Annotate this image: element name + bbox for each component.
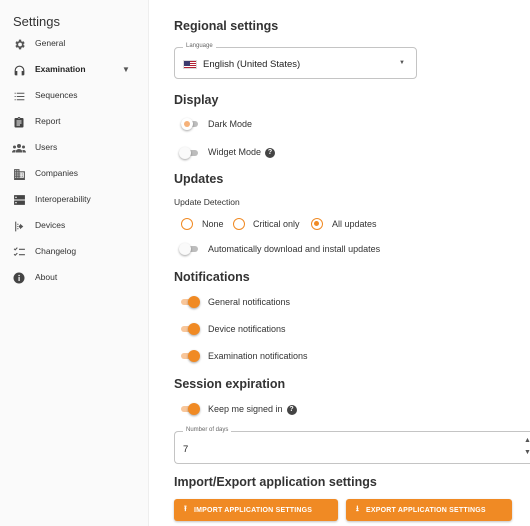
number-of-days-label: Number of days bbox=[183, 427, 232, 433]
sidebar-item-label: Users bbox=[35, 142, 58, 152]
section-title-import-export: Import/Export application settings bbox=[174, 475, 377, 489]
import-settings-button[interactable]: ⭱ IMPORT APPLICATION SETTINGS bbox=[174, 499, 338, 521]
radio-all-updates-label: All updates bbox=[332, 219, 377, 229]
radio-critical-only[interactable] bbox=[233, 218, 245, 230]
keep-signed-in-toggle[interactable] bbox=[179, 403, 200, 415]
devices-icon bbox=[12, 219, 26, 233]
device-notifications-toggle[interactable] bbox=[179, 323, 200, 335]
sidebar-item-label: Changelog bbox=[35, 246, 77, 256]
sidebar-item-label: Devices bbox=[35, 220, 66, 230]
headphones-icon bbox=[12, 63, 26, 77]
device-notifications-label: Device notifications bbox=[208, 324, 286, 334]
widget-mode-toggle[interactable] bbox=[179, 147, 199, 159]
sidebar-item-examination[interactable]: Examination ▼ bbox=[0, 57, 148, 83]
sidebar-item-label: Sequences bbox=[35, 90, 78, 100]
export-settings-button[interactable]: ⭳ EXPORT APPLICATION SETTINGS bbox=[346, 499, 512, 521]
sidebar-item-label: Interoperability bbox=[35, 194, 91, 204]
help-icon[interactable]: ? bbox=[286, 404, 297, 415]
sidebar-item-general[interactable]: General bbox=[0, 31, 148, 57]
gear-icon bbox=[12, 37, 26, 51]
sidebar-item-label: About bbox=[35, 272, 58, 282]
update-detection-label: Update Detection bbox=[174, 197, 240, 207]
building-icon bbox=[12, 167, 26, 181]
sidebar-item-about[interactable]: About bbox=[0, 265, 148, 291]
section-title-updates: Updates bbox=[174, 172, 224, 186]
help-icon[interactable]: ? bbox=[265, 147, 276, 158]
users-icon bbox=[12, 141, 26, 155]
examination-notifications-toggle[interactable] bbox=[179, 350, 200, 362]
auto-download-label: Automatically download and install updat… bbox=[208, 244, 381, 254]
sidebar-item-label: Report bbox=[35, 116, 61, 126]
section-title-session: Session expiration bbox=[174, 377, 286, 391]
sidebar-item-label: General bbox=[35, 38, 66, 48]
widget-mode-row: Widget Mode? bbox=[208, 147, 276, 158]
info-icon bbox=[12, 271, 26, 285]
sidebar-item-users[interactable]: Users bbox=[0, 135, 148, 161]
download-icon: ⭳ bbox=[356, 504, 359, 513]
keep-signed-in-label: Keep me signed in bbox=[208, 404, 283, 414]
examination-notifications-label: Examination notifications bbox=[208, 351, 308, 361]
us-flag-icon bbox=[183, 60, 197, 69]
section-title-regional: Regional settings bbox=[174, 19, 279, 33]
widget-mode-label: Widget Mode bbox=[208, 147, 262, 157]
language-select-label: Language bbox=[183, 43, 216, 49]
settings-main: Regional settings Language English (Unit… bbox=[149, 0, 530, 526]
sidebar-item-report[interactable]: Report bbox=[0, 109, 148, 135]
clipboard-icon bbox=[12, 115, 26, 129]
server-icon bbox=[12, 193, 26, 207]
section-title-display: Display bbox=[174, 93, 219, 107]
sidebar-item-companies[interactable]: Companies bbox=[0, 161, 148, 187]
number-stepper-icon[interactable]: ▲ ▼ bbox=[524, 435, 530, 459]
sidebar-item-interoperability[interactable]: Interoperability bbox=[0, 187, 148, 213]
sidebar-item-sequences[interactable]: Sequences bbox=[0, 83, 148, 109]
general-notifications-toggle[interactable] bbox=[179, 296, 200, 308]
sidebar: Settings General Examination ▼ Sequences… bbox=[0, 0, 148, 526]
list-icon bbox=[12, 89, 26, 103]
section-title-notifications: Notifications bbox=[174, 270, 250, 284]
general-notifications-label: General notifications bbox=[208, 297, 291, 307]
sidebar-item-devices[interactable]: Devices bbox=[0, 213, 148, 239]
radio-critical-only-label: Critical only bbox=[253, 219, 300, 229]
number-of-days-field[interactable]: Number of days 7 ▲ ▼ bbox=[174, 427, 530, 464]
sidebar-item-label: Companies bbox=[35, 168, 78, 178]
number-of-days-value: 7 bbox=[183, 444, 189, 455]
chevron-down-icon: ▼ bbox=[399, 60, 405, 66]
auto-download-toggle[interactable] bbox=[179, 243, 199, 255]
chevron-down-icon[interactable]: ▼ bbox=[122, 65, 130, 74]
dark-mode-label: Dark Mode bbox=[208, 119, 253, 129]
language-value: English (United States) bbox=[203, 59, 301, 70]
radio-none-label: None bbox=[202, 219, 224, 229]
checklist-icon bbox=[12, 245, 26, 259]
sidebar-item-label: Examination bbox=[35, 64, 86, 74]
radio-all-updates[interactable] bbox=[311, 218, 323, 230]
radio-none[interactable] bbox=[181, 218, 193, 230]
import-button-label: IMPORT APPLICATION SETTINGS bbox=[194, 506, 313, 514]
sidebar-title: Settings bbox=[13, 14, 60, 29]
sidebar-item-changelog[interactable]: Changelog bbox=[0, 239, 148, 265]
dark-mode-toggle[interactable] bbox=[179, 118, 199, 130]
upload-icon: ⭱ bbox=[184, 504, 187, 513]
language-select[interactable]: Language English (United States) ▼ bbox=[174, 43, 417, 79]
export-button-label: EXPORT APPLICATION SETTINGS bbox=[366, 506, 486, 514]
keep-signed-in-row: Keep me signed in? bbox=[208, 404, 297, 415]
